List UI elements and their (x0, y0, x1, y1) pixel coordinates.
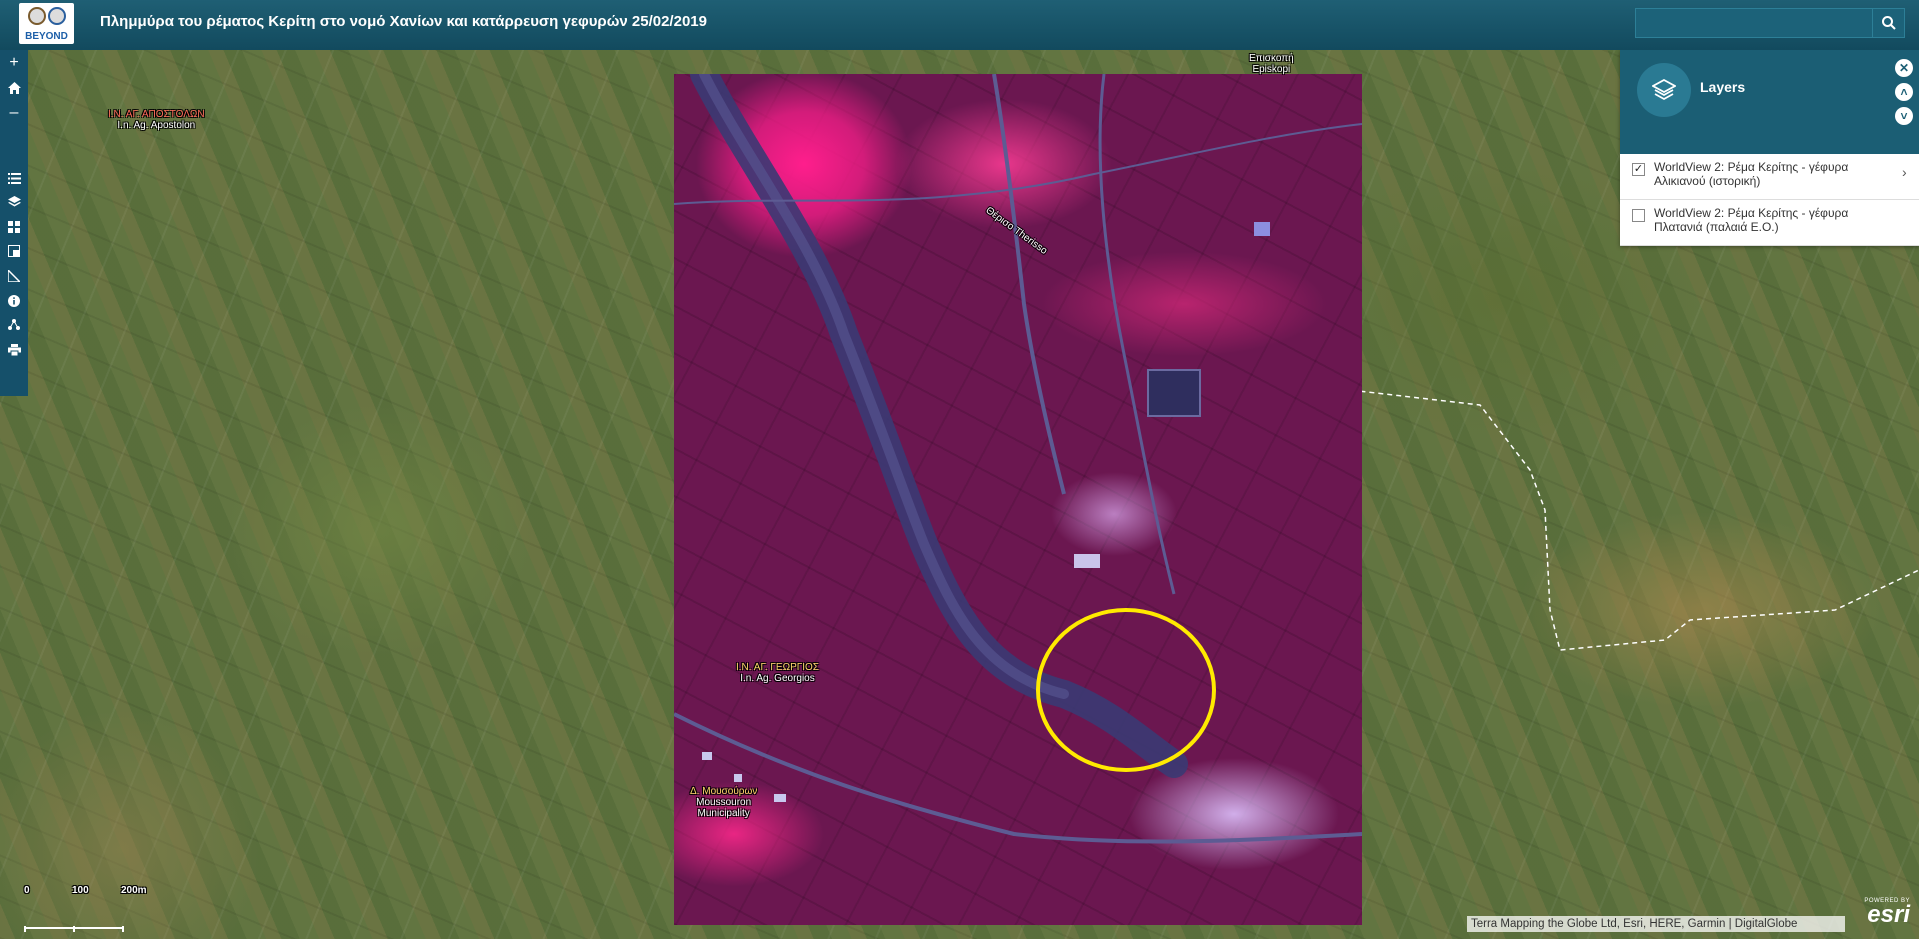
zoom-out-button[interactable]: – (2, 102, 26, 124)
overview-icon (8, 245, 20, 257)
layers-panel-icon (1637, 63, 1691, 117)
layers-panel: Layers ✕ ˄ ˅ ✓ WorldView 2: Ρέμα Κερίτης… (1620, 50, 1919, 246)
logo-text: BEYOND (25, 31, 68, 42)
map-toolbar: + – (0, 50, 28, 396)
share-button[interactable] (2, 314, 26, 336)
map-label-mousouron: Δ. Μουσούρων Moussouron Municipality (690, 786, 758, 819)
map-attribution: Terra Mapping the Globe Ltd, Esri, HERE,… (1467, 916, 1845, 932)
worldview-overlay-image (674, 74, 1362, 925)
layers-panel-title: Layers (1700, 79, 1746, 95)
collapse-down-button[interactable]: ˅ (1895, 107, 1913, 125)
list-icon (7, 172, 21, 184)
search-input[interactable] (1635, 8, 1873, 38)
scale-bar (24, 926, 124, 932)
home-icon (7, 82, 21, 94)
esri-logo[interactable]: POWERED BY esri (1852, 898, 1910, 927)
home-button[interactable] (2, 77, 26, 99)
info-icon (8, 295, 20, 307)
layers-icon (7, 196, 21, 207)
overlay-features (674, 74, 1362, 844)
layers-panel-header: Layers ✕ ˄ ˅ (1620, 50, 1919, 154)
logo-emblem-right (48, 7, 66, 25)
layer-checkbox[interactable] (1632, 209, 1645, 222)
layer-checkbox[interactable]: ✓ (1632, 163, 1645, 176)
layer-label: WorldView 2: Ρέμα Κερίτης - γέφυρα Πλατα… (1654, 206, 1849, 234)
basemap-gallery-button[interactable] (2, 216, 26, 238)
collapse-up-button[interactable]: ˄ (1895, 83, 1913, 101)
map-label-agios-apostolon: Ι.Ν. ΑΓ. ΑΠΟΣΤΟΛΩΝ I.n. Ag. Apostolon (108, 109, 205, 131)
measure-button[interactable] (2, 265, 26, 287)
print-button[interactable] (2, 339, 26, 361)
layer-item[interactable]: ✓ WorldView 2: Ρέμα Κερίτης - γέφυρα Αλι… (1620, 154, 1919, 200)
legend-button[interactable] (2, 167, 26, 189)
logo-emblem-left (28, 7, 46, 25)
chevron-right-icon[interactable]: › (1902, 164, 1907, 180)
ruler-icon (8, 270, 20, 282)
page-title: Πλημμύρα του ρέματος Κερίτη στο νομό Χαν… (100, 13, 707, 30)
zoom-in-button[interactable]: + (2, 52, 26, 74)
layer-item[interactable]: WorldView 2: Ρέμα Κερίτης - γέφυρα Πλατα… (1620, 200, 1919, 246)
search-button[interactable] (1873, 8, 1905, 38)
search-icon (1881, 16, 1896, 30)
layer-label: WorldView 2: Ρέμα Κερίτης - γέφυρα Αλικι… (1654, 160, 1849, 188)
overview-map-button[interactable] (2, 240, 26, 262)
scale-label-200: 200m (121, 885, 147, 896)
grid-icon (8, 221, 20, 233)
app-header: BEYOND Πλημμύρα του ρέματος Κερίτη στο ν… (0, 0, 1919, 50)
map-label-agios-georgios: Ι.Ν. ΑΓ. ΓΕΩΡΓΙΟΣ I.n. Ag. Georgios (736, 662, 819, 684)
about-button[interactable] (2, 290, 26, 312)
layers-button[interactable] (2, 191, 26, 213)
beyond-logo[interactable]: BEYOND (19, 3, 74, 44)
share-icon (8, 319, 20, 330)
map-label-episkopi: Επισκοπή Episkopi (1249, 53, 1294, 75)
scale-label-0: 0 (24, 885, 30, 896)
scale-label-100: 100 (72, 885, 89, 896)
print-icon (7, 344, 21, 356)
close-panel-button[interactable]: ✕ (1895, 59, 1913, 77)
